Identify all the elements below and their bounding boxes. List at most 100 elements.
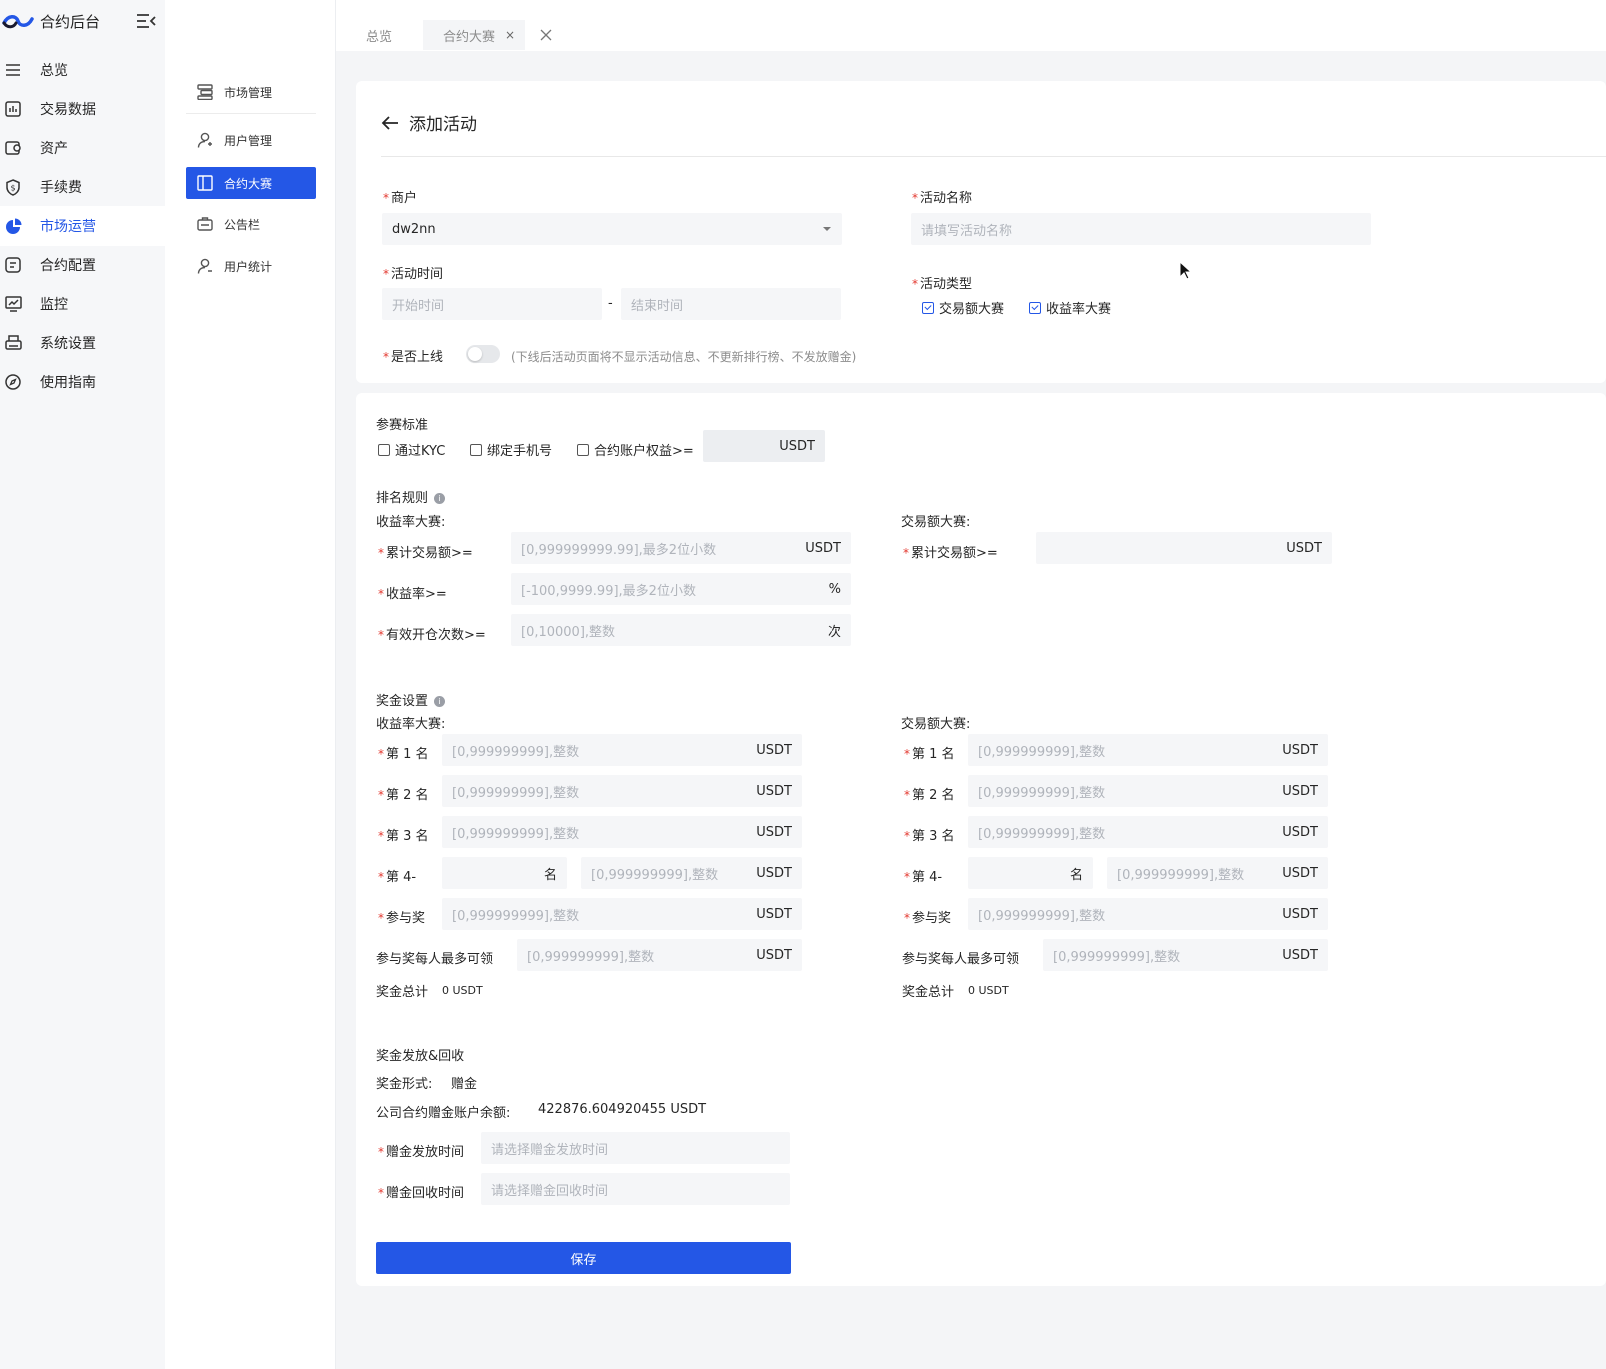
yield-per-person-input[interactable]: [0,999999999],整数 USDT — [517, 939, 802, 971]
type-yield-checkbox[interactable]: 收益率大赛 — [1029, 298, 1111, 317]
volume-rank4-range-input[interactable]: 名 — [968, 857, 1093, 889]
subnav-item-user-management[interactable]: 用户管理 — [186, 124, 316, 156]
prize-title: 奖金设置 i — [376, 690, 446, 709]
save-button[interactable]: 保存 — [376, 1242, 791, 1274]
yield-rank4-amount-input[interactable]: [0,999999999],整数 USDT — [581, 857, 802, 889]
subnav-item-user-statistics[interactable]: 用户统计 — [186, 250, 316, 282]
volume-participation-input[interactable]: [0,999999999],整数 USDT — [968, 898, 1328, 930]
subnav-item-bulletin[interactable]: 公告栏 — [186, 208, 316, 240]
tab-label: 合约大赛 — [443, 29, 496, 45]
subnav-item-label: 用户统计 — [224, 259, 273, 274]
phone-checkbox[interactable]: 绑定手机号 — [470, 440, 552, 459]
compass-icon — [2, 371, 24, 393]
yield-count-input[interactable]: [0,10000],整数次 — [511, 614, 851, 646]
sidebar-item-label: 系统设置 — [40, 336, 96, 352]
merchant-select[interactable]: dw2nn — [382, 213, 842, 245]
volume-volume-input[interactable]: USDT — [1036, 532, 1332, 564]
yield-rank2-label: * 第 2 名 — [378, 788, 429, 803]
sidebar-item-label: 交易数据 — [40, 102, 96, 118]
yield-rank2-input[interactable]: [0,999999999],整数 USDT — [442, 775, 802, 807]
issue-time-input[interactable]: 请选择赠金发放时间 — [481, 1132, 790, 1164]
menu-collapse-icon[interactable] — [136, 12, 156, 30]
yield-participation-label: * 参与奖 — [378, 911, 426, 926]
close-all-tabs-icon[interactable] — [537, 26, 555, 44]
yield-total-value: 0 USDT — [442, 984, 483, 997]
recall-time-input[interactable]: 请选择赠金回收时间 — [481, 1173, 790, 1205]
type-volume-checkbox[interactable]: 交易额大赛 — [922, 298, 1004, 317]
checkbox-icon — [577, 443, 589, 456]
criteria-title: 参赛标准 — [376, 418, 429, 433]
volume-rank2-input[interactable]: [0,999999999],整数 USDT — [968, 775, 1328, 807]
balance-value: 422876.604920455 USDT — [538, 1102, 707, 1117]
back-arrow-icon[interactable] — [381, 115, 399, 131]
tab-close-icon[interactable]: × — [505, 28, 515, 42]
prize-yield-title: 收益率大赛: — [376, 717, 446, 732]
tab-bar — [336, 0, 1606, 51]
tab-label: 总览 — [366, 29, 393, 45]
subnav-item-market-management[interactable]: 市场管理 — [186, 76, 316, 108]
sidebar-item-guide[interactable]: 使用指南 — [0, 362, 165, 402]
distribution-title: 奖金发放&回收 — [376, 1049, 465, 1064]
user-stats-icon — [196, 257, 214, 275]
yield-participation-input[interactable]: [0,999999999],整数 USDT — [442, 898, 802, 930]
merchant-label: * 商户 — [383, 191, 418, 206]
volume-per-person-input[interactable]: [0,999999999],整数 USDT — [1043, 939, 1328, 971]
yield-rate-input[interactable]: [-100,9999.99],最多2位小数% — [511, 573, 851, 605]
sidebar-item-contract-config[interactable]: 合约配置 — [0, 245, 165, 285]
volume-rank4-amount-input[interactable]: [0,999999999],整数 USDT — [1107, 857, 1328, 889]
sidebar-item-fees[interactable]: $ 手续费 — [0, 167, 165, 207]
sidebar-item-system-settings[interactable]: 系统设置 — [0, 323, 165, 363]
checkbox-icon — [470, 443, 482, 456]
subnav-item-label: 用户管理 — [224, 133, 273, 148]
info-icon[interactable]: i — [434, 696, 446, 707]
kyc-checkbox[interactable]: 通过KYC — [378, 440, 445, 459]
equity-checkbox[interactable]: 合约账户权益>= — [577, 440, 694, 459]
shield-dollar-icon: $ — [2, 176, 24, 198]
yield-volume-input[interactable]: [0,999999999.99],最多2位小数 USDT — [511, 532, 851, 564]
printer-icon — [2, 332, 24, 354]
checkbox-icon — [378, 443, 390, 456]
bar-chart-icon — [2, 98, 24, 120]
yield-rank3-input[interactable]: [0,999999999],整数 USDT — [442, 816, 802, 848]
prize-form-label: 奖金形式: — [376, 1077, 433, 1092]
tab-overview[interactable]: 总览 — [366, 20, 392, 50]
sidebar-item-assets[interactable]: 资产 — [0, 128, 165, 168]
equity-input[interactable]: USDT — [703, 430, 825, 462]
sidebar-item-market-ops[interactable]: 市场运营 — [0, 206, 165, 246]
checkbox-checked-icon — [1029, 301, 1041, 314]
checkbox-checked-icon — [922, 301, 934, 314]
volume-per-person-label: 参与奖每人最多可领 — [902, 952, 1020, 967]
activity-name-input[interactable]: 请填写活动名称 — [911, 213, 1371, 245]
ranking-yield-title: 收益率大赛: — [376, 515, 446, 530]
server-icon — [196, 83, 214, 101]
start-time-input[interactable]: 开始时间 — [382, 288, 602, 320]
sidebar-item-label: 监控 — [40, 297, 68, 313]
volume-rank3-input[interactable]: [0,999999999],整数 USDT — [968, 816, 1328, 848]
activity-name-label: * 活动名称 — [912, 191, 973, 206]
pie-chart-icon — [2, 215, 24, 237]
yield-rank4-range-input[interactable]: 名 — [442, 857, 567, 889]
svg-text:$: $ — [10, 183, 15, 192]
page-header: 添加活动 — [381, 110, 477, 135]
app-logo[interactable]: 合约后台 — [2, 8, 100, 34]
balance-label: 公司合约赠金账户余额: — [376, 1106, 511, 1121]
end-time-input[interactable]: 结束时间 — [621, 288, 841, 320]
yield-rate-label: * 收益率>= — [378, 587, 447, 602]
prize-form-value: 赠金 — [451, 1077, 478, 1092]
subnav-item-label: 公告栏 — [224, 217, 261, 232]
sidebar-item-monitor[interactable]: 监控 — [0, 284, 165, 324]
page-title: 添加活动 — [409, 115, 477, 135]
online-hint: (下线后活动页面将不显示活动信息、不更新排行榜、不发放赠金) — [511, 350, 857, 364]
tab-contract-contest[interactable]: 合约大赛 × — [423, 20, 526, 50]
subnav-item-contract-contest[interactable]: 合约大赛 — [186, 167, 316, 199]
volume-rank1-input[interactable]: [0,999999999],整数 USDT — [968, 734, 1328, 766]
volume-total-value: 0 USDT — [968, 984, 1009, 997]
online-toggle[interactable] — [466, 345, 500, 363]
sidebar-item-overview[interactable]: 总览 — [0, 50, 165, 90]
issue-time-label: * 赠金发放时间 — [378, 1145, 465, 1160]
activity-type-label: * 活动类型 — [912, 277, 973, 292]
info-icon[interactable]: i — [434, 493, 446, 504]
yield-rank1-input[interactable]: [0,999999999],整数 USDT — [442, 734, 802, 766]
sidebar-item-label: 资产 — [40, 141, 68, 157]
sidebar-item-trading-data[interactable]: 交易数据 — [0, 89, 165, 129]
